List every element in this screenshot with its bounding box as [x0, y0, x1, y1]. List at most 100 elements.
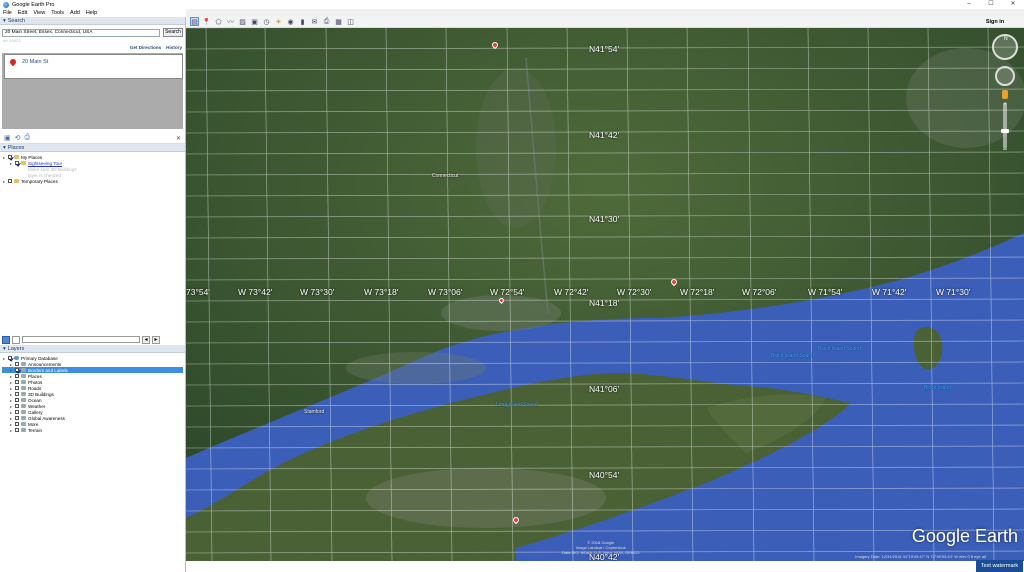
checkbox[interactable]	[15, 416, 19, 420]
sun-icon[interactable]: ☀	[274, 17, 283, 26]
search-header[interactable]: ▾ Search	[0, 17, 185, 25]
longitude-label: W 72°06'	[742, 287, 777, 297]
longitude-label: W 71°42'	[872, 287, 907, 297]
look-joystick-icon[interactable]: N	[992, 34, 1018, 60]
menu-file[interactable]: File	[3, 10, 12, 16]
email-icon[interactable]: ✉	[310, 17, 319, 26]
expand-arrow-icon[interactable]: ▸	[9, 374, 13, 379]
layers-search-button[interactable]: ◂	[142, 335, 150, 344]
search-links: Get Directions History	[0, 45, 185, 50]
expand-arrow-icon[interactable]: ▸	[9, 386, 13, 391]
earth-map-view[interactable]: Connecticut Stamford Long Island Sound B…	[186, 28, 1024, 561]
gray-icon	[21, 392, 26, 396]
gray-icon	[21, 404, 26, 408]
layers-item-label: Global Awareness	[28, 415, 65, 421]
gray-icon	[21, 398, 26, 402]
checkbox[interactable]	[15, 368, 19, 372]
gray-icon	[21, 374, 26, 378]
expand-arrow-icon[interactable]: ▸	[9, 392, 13, 397]
zoom-slider-knob[interactable]	[1001, 129, 1009, 133]
planets-icon[interactable]: ◉	[286, 17, 295, 26]
expand-arrow-icon[interactable]: ▸	[2, 356, 6, 361]
checkbox[interactable]	[15, 398, 19, 402]
checkbox[interactable]	[15, 161, 19, 165]
move-joystick-icon[interactable]	[995, 66, 1015, 86]
expand-arrow-icon[interactable]: ▸	[2, 155, 6, 160]
layers-tree: ▸ Primary Database ▸ Announcements ▸ Borders …	[0, 353, 185, 435]
zoom-out-icon[interactable]: –	[1000, 146, 1010, 153]
layers-search-input[interactable]	[22, 336, 140, 343]
sign-in-button[interactable]: Sign in	[966, 17, 1024, 27]
expand-arrow-icon[interactable]: ▸	[9, 416, 13, 421]
gray-icon	[21, 410, 26, 414]
checkbox[interactable]	[15, 380, 19, 384]
expand-arrow-icon[interactable]: ▸	[9, 404, 13, 409]
checkbox[interactable]	[8, 179, 12, 183]
places-item[interactable]: ▸ Temporary Places	[2, 178, 183, 184]
checkbox[interactable]	[8, 155, 12, 159]
polygon-icon[interactable]: ⬠	[214, 17, 223, 26]
places-header[interactable]: ▾ Places	[0, 144, 185, 152]
add-to-places-icon[interactable]: ▣	[4, 134, 11, 142]
get-directions-link[interactable]: Get Directions	[130, 45, 161, 50]
expand-arrow-icon[interactable]: ▸	[9, 368, 13, 373]
latitude-label: N40°42'	[589, 552, 620, 561]
save-image-icon[interactable]: ▦	[334, 17, 343, 26]
expand-arrow-icon[interactable]: ▸	[2, 179, 6, 184]
placemark-icon[interactable]: 📍	[202, 17, 211, 26]
ruler-icon[interactable]: ▮	[298, 17, 307, 26]
menu-tools[interactable]: Tools	[51, 10, 64, 16]
layers-item-label: Borders and Labels	[28, 367, 68, 373]
menu-help[interactable]: Help	[86, 10, 97, 16]
checkbox[interactable]	[15, 422, 19, 426]
expand-arrow-icon[interactable]: ▸	[9, 422, 13, 427]
checkbox[interactable]	[15, 386, 19, 390]
historical-imagery-icon[interactable]: ◷	[262, 17, 271, 26]
checkbox[interactable]	[15, 362, 19, 366]
menu-add[interactable]: Add	[70, 10, 80, 16]
close-button[interactable]: ✕	[1002, 0, 1024, 9]
image-overlay-icon[interactable]: ▨	[238, 17, 247, 26]
zoom-slider[interactable]: + –	[1000, 101, 1010, 153]
copy-icon[interactable]: ⟲	[15, 134, 21, 142]
checkbox[interactable]	[15, 404, 19, 408]
text-watermark-button[interactable]: Text watermark	[976, 560, 1023, 572]
folder-icon	[14, 155, 19, 159]
maximize-button[interactable]: ☐	[980, 0, 1002, 9]
print-results-icon[interactable]: ⎙	[25, 134, 31, 142]
status-bar	[186, 561, 1024, 572]
checkbox[interactable]	[8, 356, 12, 360]
checkbox[interactable]	[15, 392, 19, 396]
expand-arrow-icon[interactable]: ▸	[9, 380, 13, 385]
path-icon[interactable]: 〰	[226, 17, 235, 26]
search-result-item[interactable]: 20 Main St	[4, 54, 183, 79]
expand-arrow-icon[interactable]: ▸	[9, 410, 13, 415]
search-button[interactable]: Search	[163, 28, 183, 37]
street-view-pegman-icon[interactable]	[1002, 90, 1008, 99]
menu-edit[interactable]: Edit	[18, 10, 27, 16]
menu-view[interactable]: View	[33, 10, 45, 16]
print-icon[interactable]: ⎙	[322, 17, 331, 26]
expand-arrow-icon[interactable]: ▸	[9, 398, 13, 403]
layers-view-icon[interactable]	[2, 335, 10, 344]
history-link[interactable]: History	[166, 45, 182, 50]
record-tour-icon[interactable]: ▣	[250, 17, 259, 26]
search-input[interactable]	[2, 28, 160, 37]
checkbox[interactable]	[15, 428, 19, 432]
places-item-label: Sightseeing Tour	[28, 160, 63, 166]
expand-arrow-icon[interactable]: ▸	[9, 161, 13, 166]
checkbox[interactable]	[15, 374, 19, 378]
clear-results-icon[interactable]: ✕	[176, 135, 181, 142]
layers-item[interactable]: ▸ Terrain	[2, 427, 183, 433]
checkbox[interactable]	[15, 410, 19, 414]
minimize-button[interactable]: –	[958, 0, 980, 9]
zoom-in-icon[interactable]: +	[1000, 101, 1010, 108]
expand-arrow-icon[interactable]: ▸	[9, 428, 13, 433]
layers-header[interactable]: ▾ Layers	[0, 345, 185, 353]
layers-panel-icon[interactable]	[12, 335, 20, 344]
layers-next-button[interactable]: ▸	[152, 335, 160, 344]
longitude-label: 73°54'	[186, 287, 210, 297]
expand-arrow-icon[interactable]: ▸	[9, 362, 13, 367]
view-in-maps-icon[interactable]: ◫	[346, 17, 355, 26]
sidebar-icon[interactable]: ▤	[190, 17, 199, 26]
